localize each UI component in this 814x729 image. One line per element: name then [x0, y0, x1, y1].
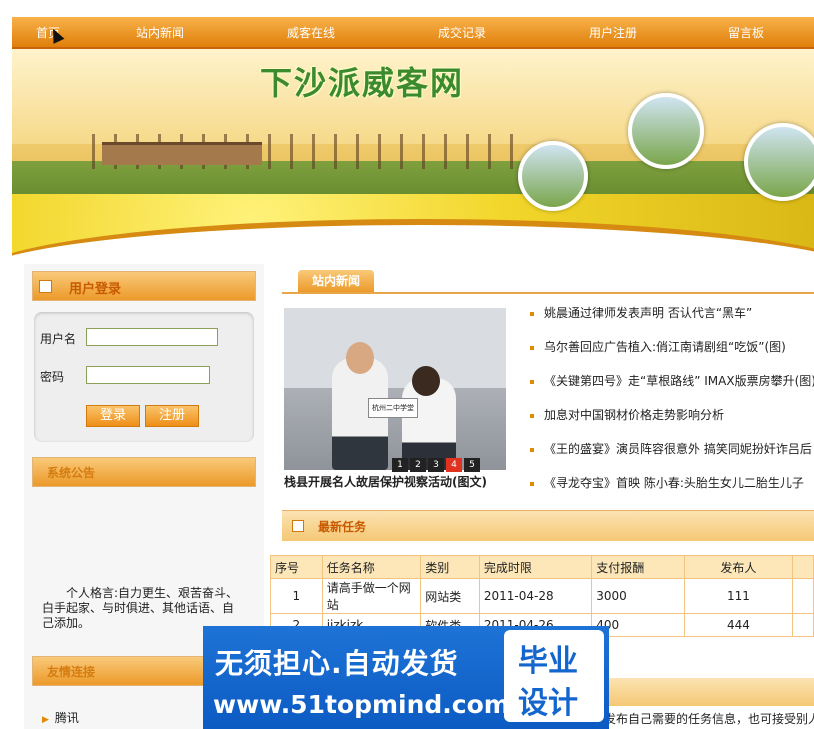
notice-heading: 系统公告 [47, 466, 96, 480]
news-item[interactable]: 《王的盛宴》演员阵容很意外 搞笑同妮扮奸诈吕后 [530, 440, 814, 474]
news-item[interactable]: 《寻龙夺宝》首映 陈小春:头胎生女儿二胎生儿子 [530, 474, 814, 508]
table-cell: 111 [683, 578, 794, 614]
login-box-header: 用户登录 [32, 271, 256, 301]
table-row[interactable]: 1 请高手做一个网站 网站类 2011-04-28 3000 111 [270, 578, 814, 614]
slide-caption[interactable]: 栈县开展名人故居保护视察活动(图文) [284, 473, 508, 490]
nav-deal-records[interactable]: 成交记录 [438, 24, 486, 41]
news-item[interactable]: 《关键第四号》走“草根路线” IMAX版票房攀升(图) [530, 372, 814, 406]
news-title: 《王的盛宴》演员阵容很意外 搞笑同妮扮奸诈吕后 [544, 442, 812, 456]
slide-person-head [412, 366, 440, 396]
bullet-icon [530, 481, 534, 486]
username-label: 用户名 [40, 332, 77, 346]
slide-person-head [346, 342, 374, 374]
friend-link-label: 腾讯 [54, 711, 79, 725]
friend-link-item[interactable]: ▶ 腾讯 [42, 709, 79, 726]
password-input[interactable] [86, 366, 210, 384]
tasks-table: 序号 任务名称 类别 完成时限 支付报酬 发布人 1 请高手做一个网站 网站类 … [270, 555, 814, 637]
tasks-header: 最新任务 [282, 510, 814, 541]
news-slideshow-image[interactable]: 杭州二中学堂 [284, 308, 506, 470]
box-header-icon [39, 280, 52, 293]
watermark-ad: 无须担心.自动发货 www.51topmind.com 毕业 设计 [203, 626, 609, 729]
table-cell: 1 [270, 578, 323, 614]
slideshow-pager: 12345 [390, 456, 480, 472]
column-header: 类别 [420, 555, 480, 579]
pager-button[interactable]: 3 [428, 458, 444, 472]
bullet-icon [530, 379, 534, 384]
watermark-badge-text: 毕业 [518, 644, 578, 679]
column-header: 支付报酬 [591, 555, 685, 579]
watermark-url: www.51topmind.com [213, 690, 510, 719]
slide-sign: 杭州二中学堂 [368, 398, 418, 418]
column-header-extra [792, 555, 814, 579]
watermark-slogan: 无须担心.自动发货 [215, 647, 459, 680]
news-title: 乌尔善回应广告植入:俏江南请剧组“吃饭”(图) [544, 340, 786, 354]
table-cell [792, 613, 814, 637]
bullet-icon [530, 311, 534, 316]
banner-photo-circle [744, 123, 814, 201]
login-button[interactable]: 登录 [86, 405, 140, 427]
tab-site-news[interactable]: 站内新闻 [298, 270, 374, 292]
nav-message-board[interactable]: 留言板 [728, 24, 764, 41]
news-item[interactable]: 乌尔善回应广告植入:俏江南请剧组“吃饭”(图) [530, 338, 814, 372]
news-title: 姚晨通过律师发表声明 否认代言“黑车” [544, 306, 753, 320]
username-input[interactable] [86, 328, 218, 346]
column-header: 完成时限 [478, 555, 593, 579]
table-cell [792, 578, 814, 614]
watermark-badge-text: 设计 [518, 686, 578, 721]
site-title: 下沙派威客网 [260, 64, 465, 102]
links-heading: 友情连接 [47, 665, 96, 679]
nav-site-news[interactable]: 站内新闻 [136, 24, 184, 41]
table-cell: 网站类 [420, 578, 480, 614]
watermark-badge: 毕业 设计 [504, 630, 604, 722]
top-nav-bar: 首页 站内新闻 威客在线 成交记录 用户注册 留言板 [12, 17, 814, 49]
nav-user-register[interactable]: 用户注册 [589, 24, 637, 41]
task-name-link[interactable]: 请高手做一个网站 [321, 578, 422, 614]
bullet-icon [530, 345, 534, 350]
table-header-row: 序号 任务名称 类别 完成时限 支付报酬 发布人 [270, 555, 814, 579]
pager-button-active[interactable]: 4 [446, 458, 462, 472]
slide-background [284, 308, 506, 388]
banner-photo-circle [518, 141, 588, 211]
password-label: 密码 [40, 370, 65, 384]
table-cell: 3000 [591, 578, 685, 614]
news-list: 姚晨通过律师发表声明 否认代言“黑车” 乌尔善回应广告植入:俏江南请剧组“吃饭”… [530, 304, 814, 508]
intro-text: 发布自己需要的任务信息，也可接受别人 [604, 712, 814, 726]
column-header: 发布人 [683, 555, 794, 579]
nav-witkey-online[interactable]: 威客在线 [287, 24, 335, 41]
login-heading: 用户登录 [69, 282, 122, 297]
banner-building [102, 142, 262, 165]
tasks-heading: 最新任务 [318, 520, 367, 534]
banner-photo-circle [628, 93, 704, 169]
pager-button[interactable]: 5 [464, 458, 480, 472]
bullet-icon [530, 413, 534, 418]
pager-button[interactable]: 2 [410, 458, 426, 472]
pager-button[interactable]: 1 [392, 458, 408, 472]
motto-text: 个人格言:自力更生、艰苦奋斗、白手起家、与时俱进、其他话语、自己添加。 [42, 586, 239, 630]
box-header-icon [292, 520, 304, 532]
news-title: 《关键第四号》走“草根路线” IMAX版票房攀升(图) [544, 374, 814, 388]
news-title: 加息对中国钢材价格走势影响分析 [544, 408, 725, 422]
notice-box-header: 系统公告 [32, 457, 256, 487]
column-header: 任务名称 [321, 555, 422, 579]
news-title: 《寻龙夺宝》首映 陈小春:头胎生女儿二胎生儿子 [544, 476, 804, 490]
tab-divider [282, 292, 814, 294]
column-header: 序号 [270, 555, 323, 579]
news-item[interactable]: 加息对中国钢材价格走势影响分析 [530, 406, 814, 440]
bullet-icon [530, 447, 534, 452]
register-button[interactable]: 注册 [145, 405, 199, 427]
table-cell: 444 [683, 613, 794, 637]
intro-header [590, 678, 814, 706]
news-item[interactable]: 姚晨通过律师发表声明 否认代言“黑车” [530, 304, 814, 338]
table-cell: 2011-04-28 [478, 578, 593, 614]
arrow-right-icon: ▶ [42, 715, 49, 725]
